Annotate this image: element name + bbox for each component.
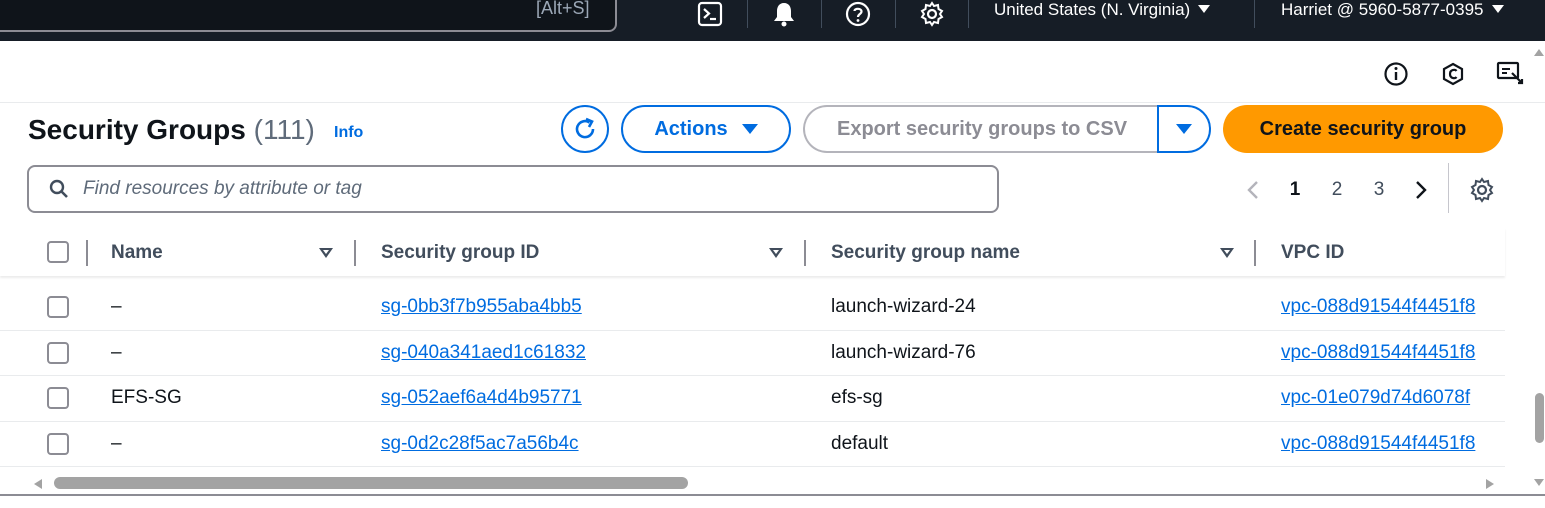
sort-caret-icon[interactable] [769,248,783,258]
scroll-right-arrow-icon[interactable] [1486,479,1494,489]
settings-icon[interactable] [918,0,946,28]
scroll-left-arrow-icon[interactable] [34,479,42,489]
column-header-name[interactable]: Name [111,242,163,264]
nav-separator [821,0,822,28]
cloudshell-icon[interactable] [696,0,724,28]
refresh-icon [575,117,595,139]
info-link[interactable]: Info [334,124,363,142]
feedback-panel-icon[interactable] [1496,60,1524,88]
nav-separator [1254,0,1255,28]
column-header-vpc-id[interactable]: VPC ID [1281,242,1344,264]
security-group-name: launch-wizard-24 [831,296,976,317]
table-preferences-button[interactable] [1467,176,1497,204]
table-row[interactable]: EFS-SG sg-052aef6a4d4b95771 efs-sg vpc-0… [0,376,1505,422]
security-group-name: launch-wizard-76 [831,341,976,363]
security-group-id-link[interactable]: sg-0bb3f7b955aba4bb5 [381,296,582,318]
row-name: – [111,432,122,454]
page-2-button[interactable]: 2 [1325,176,1349,204]
nav-separator [747,0,748,28]
page-1-button[interactable]: 1 [1283,176,1307,204]
filter-box [27,165,999,213]
actions-button[interactable]: Actions [621,105,791,153]
select-all-checkbox[interactable] [47,241,69,263]
page-3-button[interactable]: 3 [1367,176,1391,204]
caret-down-icon [741,124,758,134]
pagination-divider [1448,163,1449,213]
row-checkbox[interactable] [47,387,69,409]
search-icon [49,179,68,198]
top-navigation-bar: [Alt+S] United States (N. Virginia) Harr… [0,0,1545,41]
page-title-text: Security Groups [28,114,246,145]
previous-page-button[interactable] [1239,176,1267,204]
caret-down-icon [1198,5,1211,13]
header-divider [0,102,1545,103]
table-row[interactable]: – sg-040a341aed1c61832 launch-wizard-76 … [0,331,1505,376]
create-security-group-button[interactable]: Create security group [1223,105,1503,153]
row-checkbox[interactable] [47,432,69,455]
actions-label: Actions [654,117,728,140]
info-panel-icon[interactable] [1382,60,1410,88]
vertical-scrollbar[interactable] [1532,41,1545,493]
column-divider [86,240,88,266]
resource-count: (111) [253,114,315,145]
chevron-right-icon [1416,181,1427,199]
security-group-name: efs-sg [831,387,883,408]
next-page-button[interactable] [1407,176,1435,204]
search-shortcut-hint: [Alt+S] [536,0,590,18]
scroll-down-arrow-icon[interactable] [1534,479,1544,486]
vertical-scrollbar-thumb[interactable] [1535,393,1544,443]
caret-down-icon [1491,5,1504,13]
account-label: Harriet @ 5960-5877-0395 [1281,0,1484,19]
horizontal-scrollbar[interactable] [30,476,1505,490]
caret-down-icon [1176,124,1192,134]
refresh-button[interactable] [561,105,609,153]
vpc-id-link[interactable]: vpc-088d91544f4451f8 [1281,433,1475,454]
table-body: – sg-0bb3f7b955aba4bb5 launch-wizard-24 … [0,285,1505,467]
row-name: – [111,341,122,363]
scroll-up-arrow-icon[interactable] [1534,49,1544,56]
column-resizer[interactable] [354,240,356,266]
nav-separator [895,0,896,28]
column-header-security-group-id[interactable]: Security group ID [381,242,539,264]
column-header-security-group-name[interactable]: Security group name [831,242,1020,264]
security-group-id-link[interactable]: sg-040a341aed1c61832 [381,342,586,364]
horizontal-scrollbar-thumb[interactable] [54,477,688,489]
create-security-group-label: Create security group [1259,117,1467,140]
table-header: Name Security group ID Security group na… [0,228,1505,276]
bottom-border [0,494,1545,496]
table-row[interactable]: – sg-0bb3f7b955aba4bb5 launch-wizard-24 … [0,285,1505,331]
column-resizer[interactable] [1254,240,1256,266]
chevron-left-icon [1247,181,1258,199]
bell-icon[interactable] [770,0,798,28]
sort-caret-icon[interactable] [1220,248,1234,258]
global-search-box[interactable] [0,0,617,32]
vpc-id-link[interactable]: vpc-01e079d74d6078f [1281,387,1470,408]
security-group-name: default [831,432,889,454]
column-resizer[interactable] [804,240,806,266]
export-dropdown-button[interactable] [1157,105,1211,153]
sort-caret-icon[interactable] [319,248,333,258]
export-csv-label: Export security groups to CSV [837,117,1128,140]
vpc-id-link[interactable]: vpc-088d91544f4451f8 [1281,296,1475,317]
account-menu[interactable]: Harriet @ 5960-5877-0395 [1281,0,1504,20]
filter-input[interactable] [83,178,943,200]
nav-separator [968,0,969,28]
security-group-id-link[interactable]: sg-0d2c28f5ac7a56b4c [381,433,579,455]
gear-icon [1470,177,1494,203]
notifications-panel-icon[interactable] [1439,60,1467,88]
table-row[interactable]: – sg-0d2c28f5ac7a56b4c default vpc-088d9… [0,422,1505,467]
vpc-id-link[interactable]: vpc-088d91544f4451f8 [1281,342,1475,363]
row-checkbox[interactable] [47,341,69,364]
row-checkbox[interactable] [47,296,69,318]
region-label: United States (N. Virginia) [994,0,1191,19]
help-icon[interactable] [844,0,872,28]
region-selector[interactable]: United States (N. Virginia) [994,0,1211,20]
row-name: – [111,296,122,317]
page-title: Security Groups (111) [28,114,315,146]
export-csv-button: Export security groups to CSV [803,105,1161,153]
row-name: EFS-SG [111,387,182,408]
security-group-id-link[interactable]: sg-052aef6a4d4b95771 [381,387,582,409]
